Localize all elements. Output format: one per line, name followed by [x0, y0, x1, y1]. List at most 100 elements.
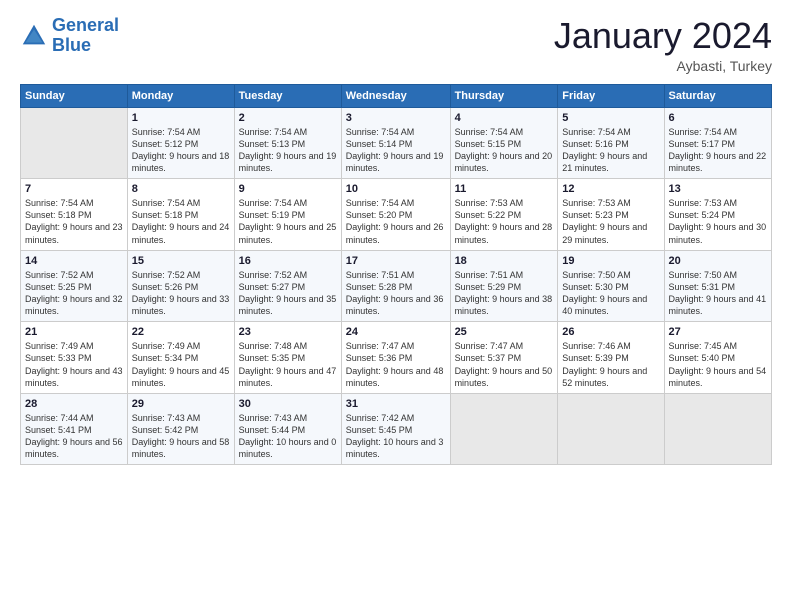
day-number: 17 [346, 255, 446, 267]
calendar-cell: 21 Sunrise: 7:49 AMSunset: 5:33 PMDaylig… [21, 322, 128, 394]
header-monday: Monday [127, 84, 234, 107]
calendar-cell: 23 Sunrise: 7:48 AMSunset: 5:35 PMDaylig… [234, 322, 341, 394]
calendar-header: Sunday Monday Tuesday Wednesday Thursday… [21, 84, 772, 107]
page: General Blue January 2024 Aybasti, Turke… [0, 0, 792, 612]
day-number: 19 [562, 255, 659, 267]
calendar-cell: 26 Sunrise: 7:46 AMSunset: 5:39 PMDaylig… [558, 322, 664, 394]
day-number: 20 [669, 255, 767, 267]
day-info: Sunrise: 7:54 AMSunset: 5:18 PMDaylight:… [132, 197, 230, 246]
day-number: 28 [25, 398, 123, 410]
calendar-cell [558, 393, 664, 465]
calendar-body: 1 Sunrise: 7:54 AMSunset: 5:12 PMDayligh… [21, 107, 772, 465]
day-number: 12 [562, 183, 659, 195]
calendar-cell [664, 393, 771, 465]
day-info: Sunrise: 7:43 AMSunset: 5:44 PMDaylight:… [239, 412, 337, 461]
day-info: Sunrise: 7:54 AMSunset: 5:19 PMDaylight:… [239, 197, 337, 246]
calendar-cell: 3 Sunrise: 7:54 AMSunset: 5:14 PMDayligh… [341, 107, 450, 179]
calendar-cell: 8 Sunrise: 7:54 AMSunset: 5:18 PMDayligh… [127, 179, 234, 251]
logo-icon [20, 22, 48, 50]
calendar-cell: 30 Sunrise: 7:43 AMSunset: 5:44 PMDaylig… [234, 393, 341, 465]
calendar-cell: 31 Sunrise: 7:42 AMSunset: 5:45 PMDaylig… [341, 393, 450, 465]
day-number: 14 [25, 255, 123, 267]
calendar-cell: 17 Sunrise: 7:51 AMSunset: 5:28 PMDaylig… [341, 250, 450, 322]
day-number: 8 [132, 183, 230, 195]
calendar-table: Sunday Monday Tuesday Wednesday Thursday… [20, 84, 772, 466]
day-number: 15 [132, 255, 230, 267]
calendar-cell: 2 Sunrise: 7:54 AMSunset: 5:13 PMDayligh… [234, 107, 341, 179]
calendar-cell: 13 Sunrise: 7:53 AMSunset: 5:24 PMDaylig… [664, 179, 771, 251]
calendar-cell: 18 Sunrise: 7:51 AMSunset: 5:29 PMDaylig… [450, 250, 558, 322]
day-number: 30 [239, 398, 337, 410]
day-info: Sunrise: 7:52 AMSunset: 5:27 PMDaylight:… [239, 269, 337, 318]
day-info: Sunrise: 7:51 AMSunset: 5:29 PMDaylight:… [455, 269, 554, 318]
calendar-cell: 22 Sunrise: 7:49 AMSunset: 5:34 PMDaylig… [127, 322, 234, 394]
day-info: Sunrise: 7:43 AMSunset: 5:42 PMDaylight:… [132, 412, 230, 461]
day-number: 13 [669, 183, 767, 195]
calendar-cell: 1 Sunrise: 7:54 AMSunset: 5:12 PMDayligh… [127, 107, 234, 179]
day-info: Sunrise: 7:54 AMSunset: 5:16 PMDaylight:… [562, 126, 659, 175]
header: General Blue January 2024 Aybasti, Turke… [20, 16, 772, 74]
header-tuesday: Tuesday [234, 84, 341, 107]
day-number: 21 [25, 326, 123, 338]
day-number: 25 [455, 326, 554, 338]
calendar-week-5: 28 Sunrise: 7:44 AMSunset: 5:41 PMDaylig… [21, 393, 772, 465]
header-sunday: Sunday [21, 84, 128, 107]
calendar-week-4: 21 Sunrise: 7:49 AMSunset: 5:33 PMDaylig… [21, 322, 772, 394]
day-number: 7 [25, 183, 123, 195]
calendar-cell: 29 Sunrise: 7:43 AMSunset: 5:42 PMDaylig… [127, 393, 234, 465]
day-info: Sunrise: 7:44 AMSunset: 5:41 PMDaylight:… [25, 412, 123, 461]
title-area: January 2024 Aybasti, Turkey [554, 16, 772, 74]
header-friday: Friday [558, 84, 664, 107]
location-subtitle: Aybasti, Turkey [554, 58, 772, 74]
header-thursday: Thursday [450, 84, 558, 107]
day-number: 5 [562, 112, 659, 124]
day-info: Sunrise: 7:45 AMSunset: 5:40 PMDaylight:… [669, 340, 767, 389]
calendar-cell: 15 Sunrise: 7:52 AMSunset: 5:26 PMDaylig… [127, 250, 234, 322]
day-number: 29 [132, 398, 230, 410]
calendar-cell: 25 Sunrise: 7:47 AMSunset: 5:37 PMDaylig… [450, 322, 558, 394]
calendar-cell: 5 Sunrise: 7:54 AMSunset: 5:16 PMDayligh… [558, 107, 664, 179]
calendar-cell: 9 Sunrise: 7:54 AMSunset: 5:19 PMDayligh… [234, 179, 341, 251]
day-number: 18 [455, 255, 554, 267]
calendar-cell: 10 Sunrise: 7:54 AMSunset: 5:20 PMDaylig… [341, 179, 450, 251]
logo: General Blue [20, 16, 119, 56]
day-number: 4 [455, 112, 554, 124]
day-info: Sunrise: 7:50 AMSunset: 5:30 PMDaylight:… [562, 269, 659, 318]
logo-line2: Blue [52, 35, 91, 55]
day-number: 16 [239, 255, 337, 267]
day-info: Sunrise: 7:53 AMSunset: 5:23 PMDaylight:… [562, 197, 659, 246]
calendar-cell: 28 Sunrise: 7:44 AMSunset: 5:41 PMDaylig… [21, 393, 128, 465]
day-number: 27 [669, 326, 767, 338]
day-info: Sunrise: 7:50 AMSunset: 5:31 PMDaylight:… [669, 269, 767, 318]
header-wednesday: Wednesday [341, 84, 450, 107]
day-info: Sunrise: 7:54 AMSunset: 5:12 PMDaylight:… [132, 126, 230, 175]
day-info: Sunrise: 7:54 AMSunset: 5:13 PMDaylight:… [239, 126, 337, 175]
day-number: 3 [346, 112, 446, 124]
day-number: 9 [239, 183, 337, 195]
calendar-cell: 24 Sunrise: 7:47 AMSunset: 5:36 PMDaylig… [341, 322, 450, 394]
calendar-cell [450, 393, 558, 465]
header-saturday: Saturday [664, 84, 771, 107]
logo-line1: General [52, 15, 119, 35]
day-number: 6 [669, 112, 767, 124]
day-info: Sunrise: 7:52 AMSunset: 5:26 PMDaylight:… [132, 269, 230, 318]
calendar-cell: 7 Sunrise: 7:54 AMSunset: 5:18 PMDayligh… [21, 179, 128, 251]
day-info: Sunrise: 7:46 AMSunset: 5:39 PMDaylight:… [562, 340, 659, 389]
day-info: Sunrise: 7:52 AMSunset: 5:25 PMDaylight:… [25, 269, 123, 318]
day-number: 10 [346, 183, 446, 195]
day-info: Sunrise: 7:54 AMSunset: 5:20 PMDaylight:… [346, 197, 446, 246]
day-number: 23 [239, 326, 337, 338]
calendar-week-1: 1 Sunrise: 7:54 AMSunset: 5:12 PMDayligh… [21, 107, 772, 179]
calendar-cell: 4 Sunrise: 7:54 AMSunset: 5:15 PMDayligh… [450, 107, 558, 179]
calendar-cell: 12 Sunrise: 7:53 AMSunset: 5:23 PMDaylig… [558, 179, 664, 251]
day-info: Sunrise: 7:49 AMSunset: 5:33 PMDaylight:… [25, 340, 123, 389]
calendar-cell: 16 Sunrise: 7:52 AMSunset: 5:27 PMDaylig… [234, 250, 341, 322]
day-info: Sunrise: 7:48 AMSunset: 5:35 PMDaylight:… [239, 340, 337, 389]
day-number: 2 [239, 112, 337, 124]
day-info: Sunrise: 7:54 AMSunset: 5:14 PMDaylight:… [346, 126, 446, 175]
day-number: 31 [346, 398, 446, 410]
calendar-cell: 6 Sunrise: 7:54 AMSunset: 5:17 PMDayligh… [664, 107, 771, 179]
day-info: Sunrise: 7:53 AMSunset: 5:22 PMDaylight:… [455, 197, 554, 246]
day-info: Sunrise: 7:54 AMSunset: 5:15 PMDaylight:… [455, 126, 554, 175]
day-number: 26 [562, 326, 659, 338]
